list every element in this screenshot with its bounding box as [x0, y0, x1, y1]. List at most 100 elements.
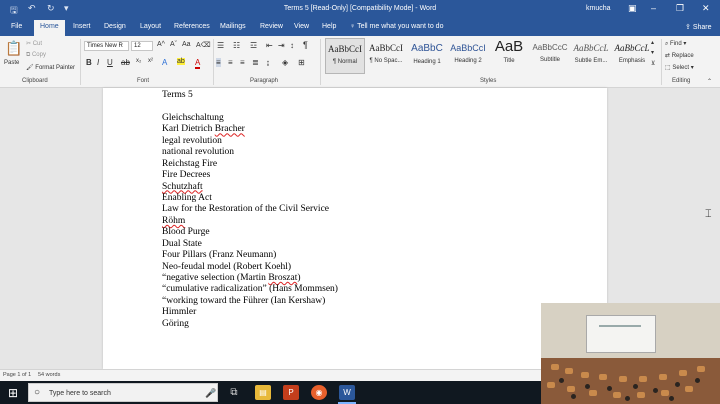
windows-start-icon[interactable]: ⊞ — [8, 386, 18, 400]
firefox-icon[interactable]: ◉ — [311, 385, 327, 400]
powerpoint-icon[interactable]: P — [283, 385, 299, 400]
replace-button[interactable]: ⇄ Replace — [665, 52, 694, 59]
style-title[interactable]: AaB Title — [489, 38, 529, 74]
style-normal[interactable]: AaBbCcI ¶ Normal — [325, 38, 365, 74]
word-icon[interactable]: W — [339, 385, 355, 400]
tab-file[interactable]: File — [11, 23, 22, 30]
style-subtle-emphasis[interactable]: AaBbCcL Subtle Em... — [571, 38, 611, 74]
taskbar-search[interactable]: ○ Type here to search 🎤 — [28, 383, 218, 402]
doc-line[interactable]: Neo-feudal model (Robert Koehl) — [162, 262, 338, 273]
styles-scroll-up-icon[interactable]: ▴ — [651, 39, 654, 46]
spelling-error[interactable]: Röhm — [162, 216, 185, 226]
numbering-icon[interactable]: ☷ — [233, 41, 240, 50]
tab-view[interactable]: View — [294, 23, 309, 30]
bold-icon[interactable]: B — [86, 58, 92, 67]
doc-line[interactable]: Terms 5 — [162, 90, 338, 101]
close-button[interactable]: ✕ — [702, 3, 710, 14]
word-count[interactable]: 54 words — [38, 372, 60, 378]
document-body[interactable]: Terms 5 Gleichschaltung Karl Dietrich Br… — [162, 90, 338, 330]
italic-icon[interactable]: I — [97, 58, 99, 67]
font-name-box[interactable]: Times New R — [84, 41, 129, 51]
tell-me-search[interactable]: ♀ Tell me what you want to do — [350, 23, 443, 30]
tab-mailings[interactable]: Mailings — [220, 23, 246, 30]
doc-line[interactable]: “cumulative radicalization” (Hans Mommse… — [162, 284, 338, 295]
multilevel-list-icon[interactable]: ☲ — [250, 41, 257, 50]
doc-line[interactable]: Law for the Restoration of the Civil Ser… — [162, 204, 338, 215]
text-effects-icon[interactable]: A — [162, 58, 167, 67]
clear-formatting-icon[interactable]: A⌫ — [196, 41, 211, 49]
pilcrow-icon[interactable]: ¶ — [303, 40, 308, 50]
align-left-icon[interactable]: ≡ — [216, 58, 221, 67]
spelling-error[interactable]: Bracher — [215, 124, 245, 134]
page-count[interactable]: Page 1 of 1 — [3, 372, 31, 378]
line-spacing-icon[interactable]: ↨ — [266, 58, 270, 67]
doc-line[interactable]: national revolution — [162, 147, 338, 158]
doc-line[interactable] — [162, 101, 338, 112]
doc-line[interactable]: Himmler — [162, 307, 338, 318]
doc-line[interactable]: Fire Decrees — [162, 170, 338, 181]
font-size-box[interactable]: 12 — [131, 41, 153, 51]
doc-line[interactable]: legal revolution — [162, 136, 338, 147]
decrease-indent-icon[interactable]: ⇤ — [266, 41, 273, 50]
spelling-error[interactable]: Broszat — [268, 273, 297, 283]
spelling-error[interactable]: Schutzhaft — [162, 182, 203, 192]
tab-design[interactable]: Design — [104, 23, 126, 30]
style-no-spacing[interactable]: AaBbCcI ¶ No Spac... — [366, 38, 406, 74]
tab-references[interactable]: References — [174, 23, 210, 30]
shading-icon[interactable]: ◈ — [282, 58, 288, 67]
grow-font-icon[interactable]: A^ — [157, 41, 165, 48]
doc-line[interactable]: Dual State — [162, 239, 338, 250]
increase-indent-icon[interactable]: ⇥ — [278, 41, 285, 50]
style-subtitle[interactable]: AaBbCcC Subtitle — [530, 38, 570, 74]
bullets-icon[interactable]: ☰ — [217, 41, 224, 50]
user-name[interactable]: kmucha — [586, 5, 611, 12]
doc-line[interactable]: Schutzhaft — [162, 182, 338, 193]
styles-scroll-down-icon[interactable]: ▾ — [651, 49, 654, 56]
doc-line[interactable]: Reichstag Fire — [162, 159, 338, 170]
document-page[interactable]: Terms 5 Gleichschaltung Karl Dietrich Br… — [103, 88, 607, 369]
highlight-icon[interactable]: ab — [177, 58, 185, 65]
restore-button[interactable]: ❐ — [676, 3, 684, 14]
sort-icon[interactable]: ↕ — [290, 41, 294, 50]
underline-icon[interactable]: U — [107, 58, 113, 67]
cut-button[interactable]: ✂ Cut — [26, 40, 42, 47]
paste-button[interactable]: Paste — [4, 60, 19, 66]
doc-line[interactable]: Enabling Act — [162, 193, 338, 204]
share-button[interactable]: ⇪ Share — [685, 23, 712, 31]
ribbon-display-icon[interactable]: ▣ — [628, 3, 637, 14]
find-button[interactable]: ⌕ Find ▾ — [665, 40, 686, 48]
style-heading-2[interactable]: AaBbCcI Heading 2 — [448, 38, 488, 74]
style-emphasis[interactable]: AaBbCcL Emphasis — [612, 38, 652, 74]
doc-line[interactable]: Gleichschaltung — [162, 113, 338, 124]
doc-line[interactable]: Röhm — [162, 216, 338, 227]
task-view-icon[interactable]: ⧉ — [226, 385, 242, 400]
collapse-ribbon-icon[interactable]: ⌃ — [707, 78, 712, 85]
tab-home[interactable]: Home — [34, 20, 65, 36]
strikethrough-icon[interactable]: ab — [121, 58, 130, 67]
format-painter-button[interactable]: 🖌 Format Painter — [26, 64, 75, 71]
paste-icon[interactable]: 📋 — [5, 40, 22, 57]
justify-icon[interactable]: ≣ — [252, 58, 259, 67]
file-explorer-icon[interactable]: ▤ — [255, 385, 271, 400]
doc-line[interactable]: Göring — [162, 319, 338, 330]
select-button[interactable]: ⬚ Select ▾ — [665, 64, 694, 71]
subscript-icon[interactable]: x₂ — [136, 58, 141, 64]
style-heading-1[interactable]: AaBbC Heading 1 — [407, 38, 447, 74]
doc-line[interactable]: Karl Dietrich Bracher — [162, 124, 338, 135]
styles-more-icon[interactable]: ⊻ — [651, 60, 655, 67]
doc-line[interactable]: Four Pillars (Franz Neumann) — [162, 250, 338, 261]
borders-icon[interactable]: ⊞ — [298, 58, 305, 67]
tab-layout[interactable]: Layout — [140, 23, 161, 30]
tab-review[interactable]: Review — [260, 23, 283, 30]
font-color-icon[interactable]: A — [195, 58, 201, 69]
tab-insert[interactable]: Insert — [73, 23, 91, 30]
align-right-icon[interactable]: ≡ — [240, 58, 245, 67]
minimize-button[interactable]: – — [651, 3, 656, 13]
shrink-font-icon[interactable]: Aˇ — [170, 41, 177, 48]
superscript-icon[interactable]: x² — [148, 58, 153, 64]
doc-line[interactable]: “negative selection (Martin Broszat) — [162, 273, 338, 284]
doc-line[interactable]: Blood Purge — [162, 227, 338, 238]
align-center-icon[interactable]: ≡ — [228, 58, 233, 67]
copy-button[interactable]: ⧉ Copy — [26, 52, 46, 59]
microphone-icon[interactable]: 🎤 — [205, 388, 216, 399]
